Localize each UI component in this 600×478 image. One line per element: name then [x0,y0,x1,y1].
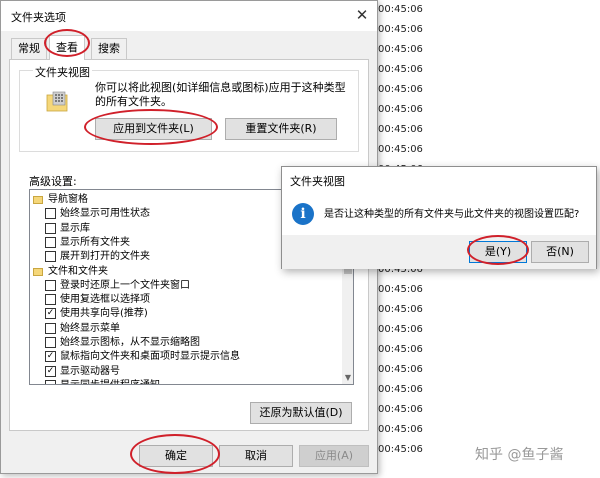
checkbox-label: 显示所有文件夹 [60,236,130,248]
checkbox-label: 显示同步提供程序通知 [60,379,160,384]
timestamp-cell: 00:45:06 [378,104,423,115]
checkbox[interactable]: ✓ [45,308,56,320]
folder-tree-icon [33,267,43,276]
timestamp-cell: 00:45:06 [378,144,423,155]
cancel-button[interactable]: 取消 [219,445,293,467]
ok-button[interactable]: 确定 [139,445,213,467]
checkbox[interactable] [45,236,56,248]
tab-search[interactable]: 搜索 [91,38,127,60]
apply-to-folders-button[interactable]: 应用到文件夹(L) [95,118,212,140]
timestamp-cell: 00:45:06 [378,424,423,435]
checkbox[interactable] [45,379,56,384]
restore-defaults-button[interactable]: 还原为默认值(D) [250,402,352,424]
timestamp-cell: 00:45:06 [378,304,423,315]
checkbox-label: 展开到打开的文件夹 [60,251,150,263]
timestamp-cell: 00:45:06 [378,4,423,15]
checkbox[interactable] [45,279,56,291]
checkbox-label: 使用共享向导(推荐) [60,308,148,320]
info-icon: i [292,203,314,225]
timestamp-cell: 00:45:06 [378,44,423,55]
tree-group-label: 文件和文件夹 [48,265,108,277]
no-button[interactable]: 否(N) [531,241,589,263]
checkbox[interactable]: ✓ [45,351,56,363]
timestamp-cell: 00:45:06 [378,324,423,335]
timestamp-cell: 00:45:06 [378,24,423,35]
tree-group-label: 导航窗格 [48,194,88,205]
checkbox-label: 登录时还原上一个文件夹窗口 [60,279,190,291]
timestamp-cell: 00:45:06 [378,364,423,375]
folder-view-label: 文件夹视图 [33,64,92,80]
folder-tree-icon [33,196,43,204]
checkbox-label: 使用复选框以选择项 [60,294,150,306]
checkbox[interactable] [45,251,56,263]
titlebar: 文件夹选项 ✕ [1,1,377,31]
checkbox[interactable] [45,322,56,334]
checkbox-label: 始终显示图标，从不显示缩略图 [60,337,200,348]
popup-title: 文件夹视图 [290,175,345,188]
timestamp-cell: 00:45:06 [378,64,423,75]
timestamp-cell: 00:45:06 [378,444,423,455]
apply-button[interactable]: 应用(A) [299,445,369,467]
folder-view-confirm-dialog: 文件夹视图 i 是否让这种类型的所有文件夹与此文件夹的视图设置匹配? 是(Y) … [281,166,597,269]
folder-view-icon [46,91,68,112]
scroll-down-icon[interactable]: ▼ [342,372,353,384]
checkbox[interactable] [45,294,56,306]
dialog-title: 文件夹选项 [11,11,66,24]
checkbox-label: 始终显示菜单 [60,322,120,334]
yes-button[interactable]: 是(Y) [469,241,527,263]
checkbox-label: 始终显示可用性状态 [60,208,150,220]
timestamp-cell: 00:45:06 [378,344,423,355]
tab-view[interactable]: 查看 [49,35,85,60]
timestamp-cell: 00:45:06 [378,84,423,95]
close-icon[interactable]: ✕ [353,6,371,24]
checkbox[interactable] [45,222,56,234]
checkbox[interactable] [45,208,56,220]
tab-general[interactable]: 常规 [11,38,47,60]
checkbox-label: 鼠标指向文件夹和桌面项时显示提示信息 [60,351,240,363]
timestamp-cell: 00:45:06 [378,124,423,135]
checkbox[interactable]: ✓ [45,365,56,377]
reset-folders-button[interactable]: 重置文件夹(R) [225,118,337,140]
checkbox-label: 显示驱动器号 [60,365,120,377]
checkbox[interactable] [45,337,56,348]
popup-message: 是否让这种类型的所有文件夹与此文件夹的视图设置匹配? [324,209,580,220]
folder-view-description: 你可以将此视图(如详细信息或图标)应用于这种类型的所有文件夹。 [95,81,346,108]
timestamp-cell: 00:45:06 [378,384,423,395]
watermark: 知乎 @鱼子酱 [475,447,564,463]
timestamp-cell: 00:45:06 [378,404,423,415]
advanced-settings-label: 高级设置: [29,175,77,188]
checkbox-label: 显示库 [60,222,90,234]
timestamp-cell: 00:45:06 [378,284,423,295]
